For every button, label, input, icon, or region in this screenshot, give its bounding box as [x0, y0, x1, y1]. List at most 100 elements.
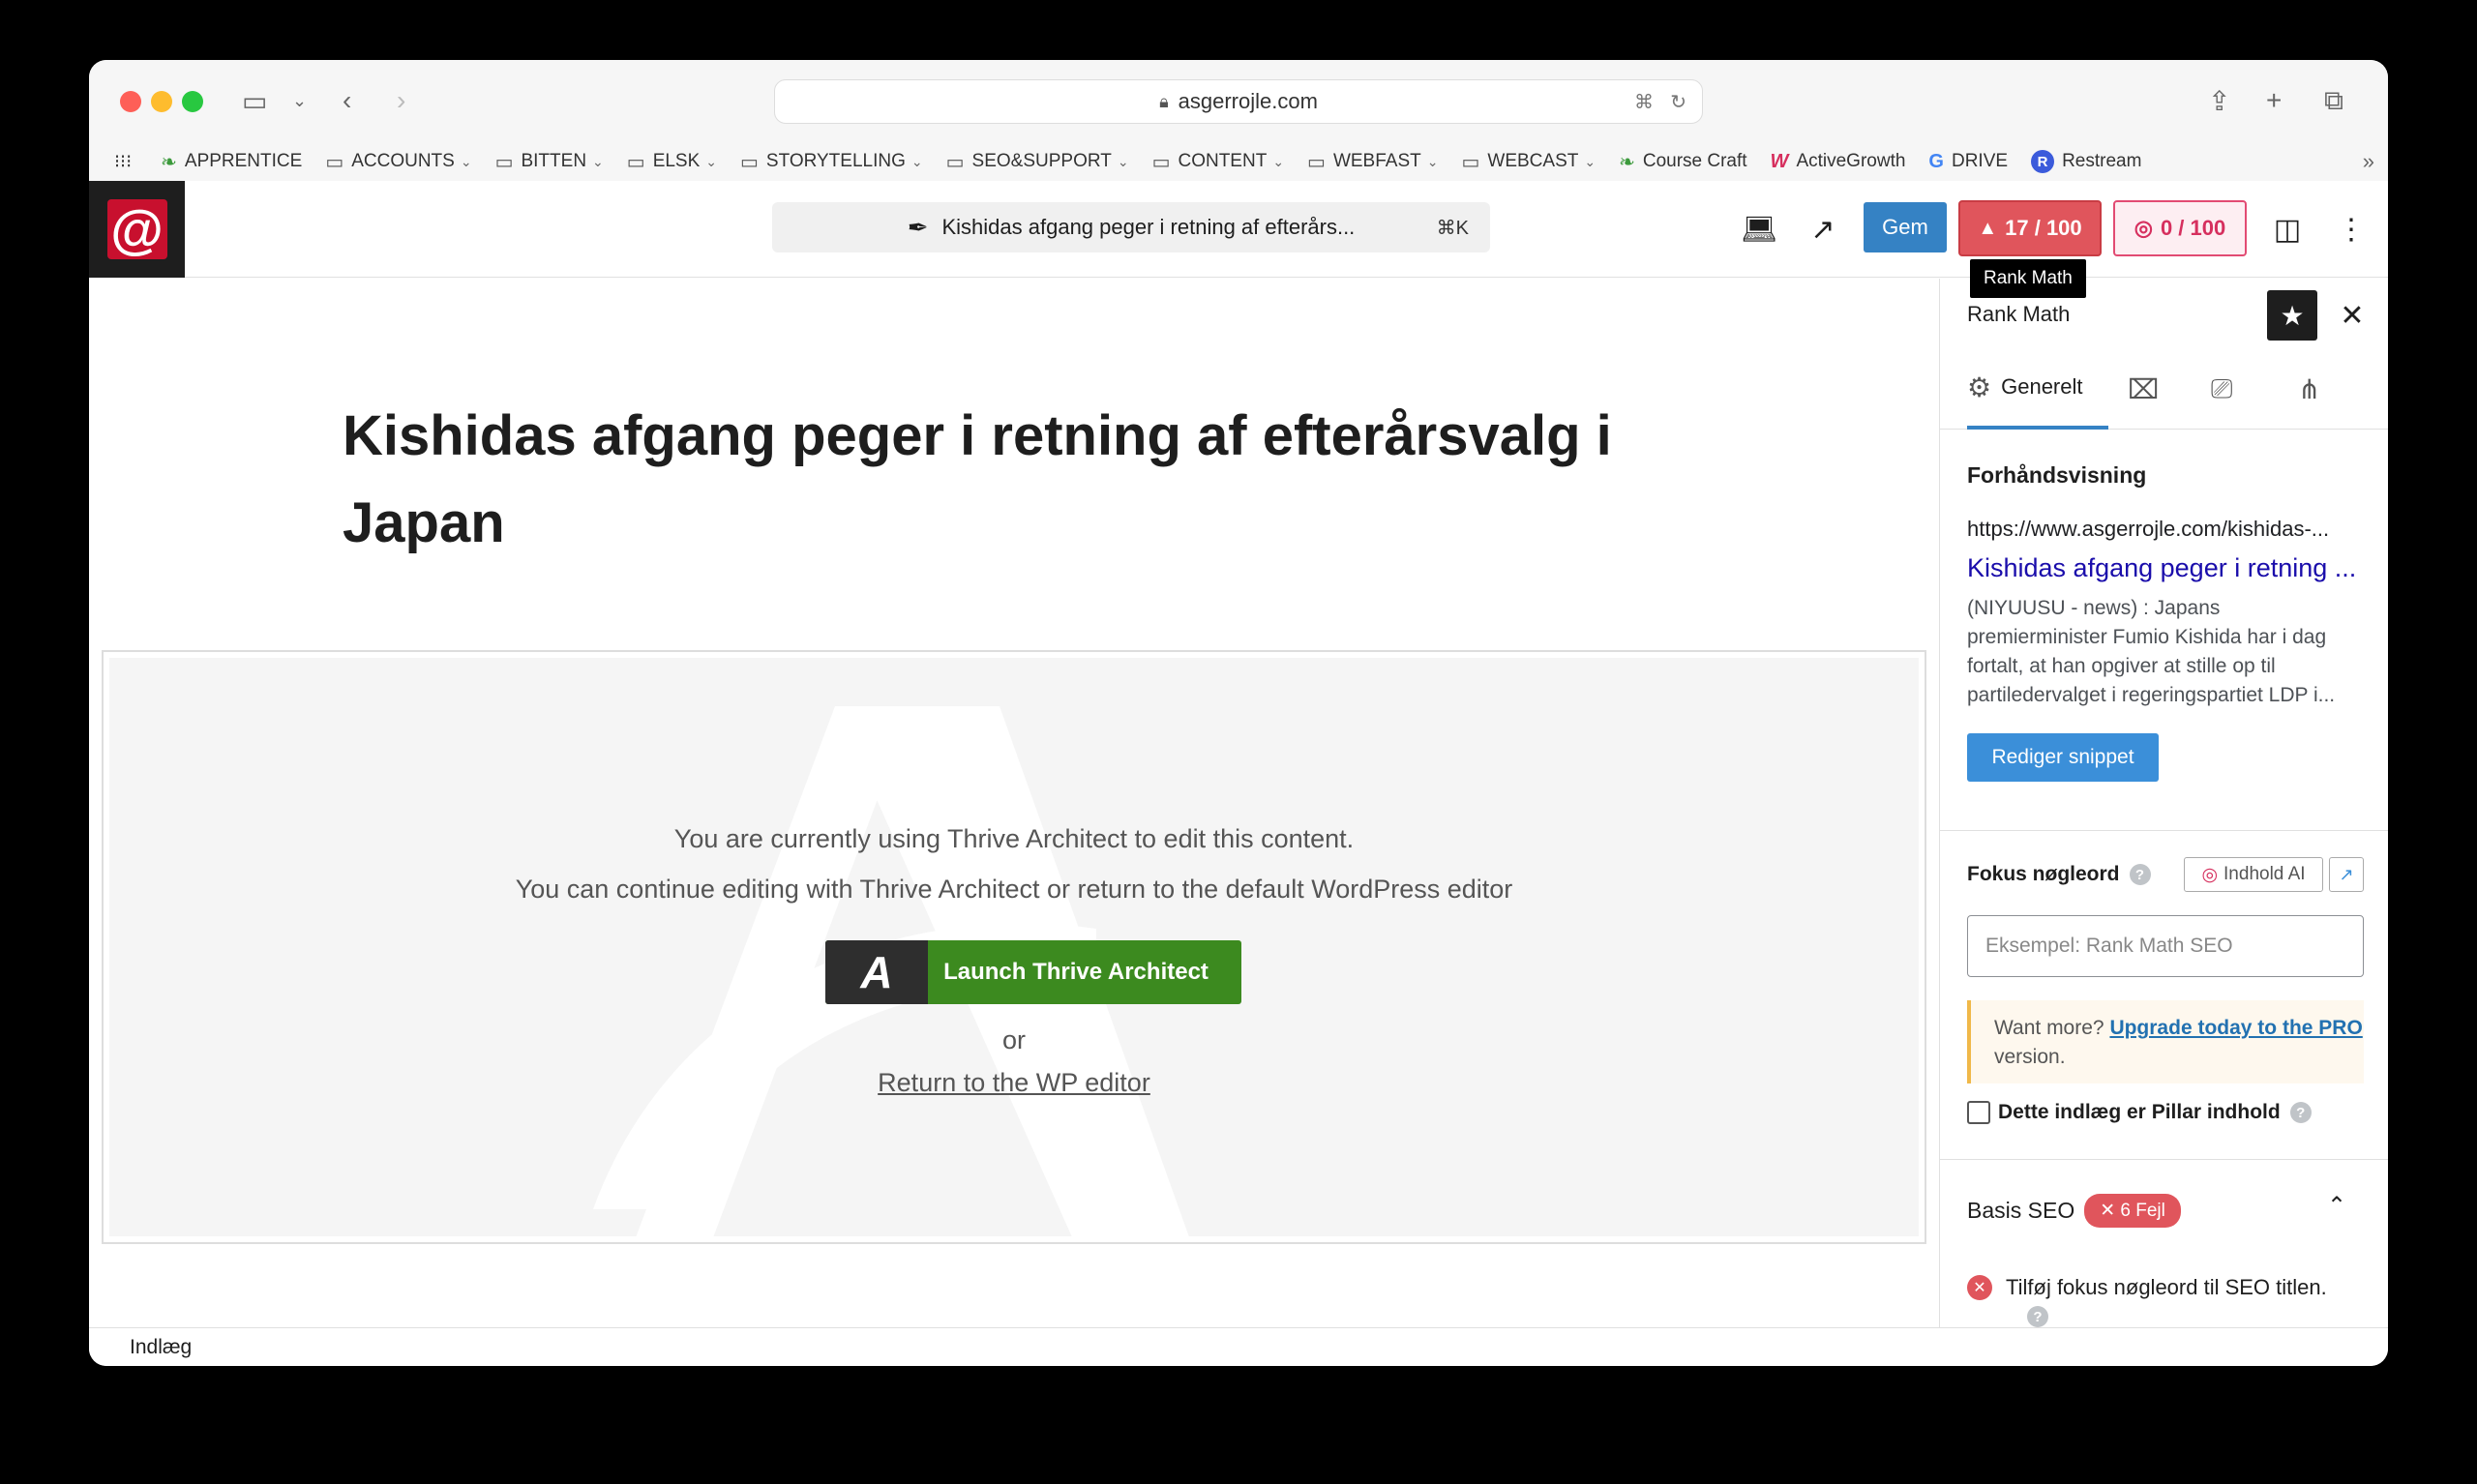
back-icon[interactable]: ‹	[343, 81, 351, 120]
restream-icon: R	[2031, 150, 2055, 173]
help-icon[interactable]: ?	[2027, 1306, 2048, 1327]
tab-social[interactable]: ⋔	[2298, 348, 2330, 430]
pillar-checkbox[interactable]	[1967, 1101, 1990, 1124]
close-window-button[interactable]	[120, 91, 141, 112]
focus-keyword-label: Fokus nøgleord ?	[1967, 863, 2151, 886]
focus-keyword-input[interactable]	[1967, 915, 2364, 977]
content-ai-button[interactable]: ◎ Indhold AI	[2184, 857, 2323, 892]
bookmark-label: BITTEN	[521, 151, 587, 171]
lock-icon: 🔒︎	[1159, 91, 1169, 111]
bookmark-accounts[interactable]: ▭ ACCOUNTS ⌄	[325, 150, 471, 174]
sidebar-title: Rank Math	[1967, 302, 2071, 326]
bookmark-webcast[interactable]: ▭ WEBCAST ⌄	[1461, 150, 1596, 174]
launch-thrive-architect-button[interactable]: A Launch Thrive Architect	[825, 940, 1241, 1004]
rank-math-sidebar: Rank Math ★ ✕ ⚙ Generelt ⌧ ⎚ ⋔ Forhåndsv…	[1939, 279, 2388, 1330]
address-bar[interactable]: 🔒︎ asgerrojle.com ⌘ ↻	[774, 79, 1703, 124]
bookmark-storytelling[interactable]: ▭ STORYTELLING ⌄	[740, 150, 923, 174]
snippet-url: https://www.asgerrojle.com/kishidas-...	[1967, 517, 2330, 541]
folder-icon: ▭	[1151, 151, 1171, 173]
breadcrumb: Indlæg	[89, 1327, 2388, 1366]
close-icon: ✕	[2340, 299, 2365, 332]
settings-panel-icon[interactable]: ◫	[2266, 208, 2309, 251]
share-icon[interactable]: ⇪	[2208, 81, 2230, 120]
share-nodes-icon: ⋔	[2298, 373, 2321, 404]
bookmark-seo-support[interactable]: ▭ SEO&SUPPORT ⌄	[946, 150, 1129, 174]
bookmark-label: ACCOUNTS	[351, 151, 455, 171]
save-button[interactable]: Gem	[1864, 202, 1947, 252]
thrive-logo-icon: A	[825, 940, 928, 1004]
bookmark-restream[interactable]: R Restream	[2031, 150, 2141, 173]
thrive-panel: You are currently using Thrive Architect…	[109, 658, 1919, 1236]
rank-math-tooltip: Rank Math	[1970, 259, 2086, 298]
error-icon: ✕	[1967, 1275, 1992, 1300]
divider	[1940, 830, 2388, 831]
bookmark-content[interactable]: ▭ CONTENT ⌄	[1152, 150, 1284, 174]
browser-window: ▭ ⌄ ‹ › 🔒︎ asgerrojle.com ⌘ ↻ ⇪ + ⧉ ⁝⁝⁝ …	[89, 60, 2388, 1366]
bookmark-drive[interactable]: G DRIVE	[1928, 151, 2008, 173]
site-logo[interactable]: @	[89, 181, 185, 278]
content-ai-score-button[interactable]: ◎ 0 / 100	[2113, 200, 2247, 256]
help-icon[interactable]: ?	[2289, 1102, 2312, 1123]
close-sidebar-button[interactable]: ✕	[2329, 292, 2375, 339]
zoom-window-button[interactable]	[182, 91, 203, 112]
rank-math-seo-score-button[interactable]: ▲ 17 / 100	[1958, 200, 2102, 256]
post-title[interactable]: Kishidas afgang peger i retning af efter…	[343, 393, 1697, 567]
bookmark-webfast[interactable]: ▭ WEBFAST ⌄	[1307, 150, 1438, 174]
toolbox-icon: ⌧	[2128, 373, 2160, 404]
more-bookmarks-icon[interactable]: »	[2363, 149, 2374, 174]
title-bar: ▭ ⌄ ‹ › 🔒︎ asgerrojle.com ⌘ ↻ ⇪ + ⧉ ⁝⁝⁝ …	[89, 60, 2388, 190]
breadcrumb-item[interactable]: Indlæg	[130, 1336, 192, 1358]
bookmark-label: Restream	[2062, 151, 2142, 171]
sidebar-toggle-icon[interactable]: ▭	[242, 81, 267, 120]
snippet-title[interactable]: Kishidas afgang peger i retning ...	[1967, 553, 2364, 583]
forward-icon[interactable]: ›	[397, 81, 405, 120]
new-tab-icon[interactable]: +	[2266, 81, 2282, 120]
return-wp-editor-wrapper: Return to the WP editor	[109, 1068, 1919, 1098]
chevron-up-icon[interactable]: ⌃	[2327, 1192, 2346, 1220]
command-title: Kishidas afgang peger i retning af efter…	[941, 215, 1356, 239]
reload-icon[interactable]: ↻	[1670, 90, 1686, 114]
thrive-info-line-2: You can continue editing with Thrive Arc…	[515, 875, 1513, 904]
external-link-icon[interactable]: ↗	[1802, 208, 1844, 251]
chevron-down-icon[interactable]: ⌄	[292, 81, 307, 120]
edit-snippet-button[interactable]: Rediger snippet	[1967, 733, 2159, 782]
upgrade-pro-link[interactable]: Upgrade today to the PRO	[2109, 1017, 2362, 1039]
bookmark-bitten[interactable]: ▭ BITTEN ⌄	[495, 150, 604, 174]
bookmark-apprentice[interactable]: ❧ APPRENTICE	[161, 150, 302, 174]
editor-canvas: Kishidas afgang peger i retning af efter…	[89, 279, 1939, 1330]
preview-device-icon[interactable]: 💻︎	[1738, 208, 1780, 251]
upgrade-notice: Want more? Upgrade today to the PRO vers…	[1967, 1000, 2364, 1083]
content-ai-icon: ◎	[2134, 216, 2153, 240]
more-options-icon[interactable]: ⋮	[2330, 208, 2373, 251]
focus-keyword-text: Fokus nøgleord	[1967, 863, 2120, 885]
tab-advanced[interactable]: ⌧	[2128, 348, 2168, 430]
google-icon: G	[1928, 150, 1944, 172]
bookmark-label: WEBFAST	[1332, 151, 1421, 171]
tab-schema[interactable]: ⎚	[2211, 348, 2242, 430]
bookmark-activegrowth[interactable]: W ActiveGrowth	[1771, 151, 1906, 173]
translate-icon[interactable]: ⌘	[1634, 90, 1654, 114]
gear-icon: ⚙	[1967, 371, 1992, 402]
bookmark-course-craft[interactable]: ❧ Course Craft	[1619, 150, 1746, 174]
help-icon[interactable]: ?	[2129, 864, 2151, 885]
pillar-content-option[interactable]: Dette indlæg er Pillar indhold ?	[1967, 1101, 2312, 1124]
grid-icon[interactable]: ⁝⁝⁝	[114, 151, 132, 173]
content-ai-button-label: Indhold AI	[2223, 864, 2306, 884]
return-to-wp-editor-link[interactable]: Return to the WP editor	[878, 1068, 1150, 1097]
errors-badge: ✕ 6 Fejl	[2084, 1194, 2181, 1228]
trends-button[interactable]: ↗	[2329, 857, 2364, 892]
command-bar[interactable]: ✒ Kishidas afgang peger i retning af eft…	[772, 202, 1490, 252]
tab-general-label: Generelt	[2001, 374, 2083, 399]
bookmark-label: APPRENTICE	[184, 151, 303, 171]
basic-seo-header[interactable]: Basis SEO ✕ 6 Fejl	[1967, 1194, 2181, 1228]
bookmark-elsk[interactable]: ▭ ELSK ⌄	[627, 150, 717, 174]
bookmark-label: DRIVE	[1951, 151, 2009, 171]
tab-general[interactable]: ⚙ Generelt	[1967, 348, 2108, 430]
tab-overview-icon[interactable]: ⧉	[2324, 81, 2343, 120]
minimize-window-button[interactable]	[151, 91, 172, 112]
bookmark-label: STORYTELLING	[765, 151, 906, 171]
seo-check-item: ✕ Tilføj fokus nøgleord til SEO titlen.	[1967, 1275, 2327, 1300]
pin-star-button[interactable]: ★	[2267, 290, 2317, 341]
folder-icon: ▭	[1461, 151, 1480, 173]
star-icon: ★	[2280, 300, 2305, 331]
